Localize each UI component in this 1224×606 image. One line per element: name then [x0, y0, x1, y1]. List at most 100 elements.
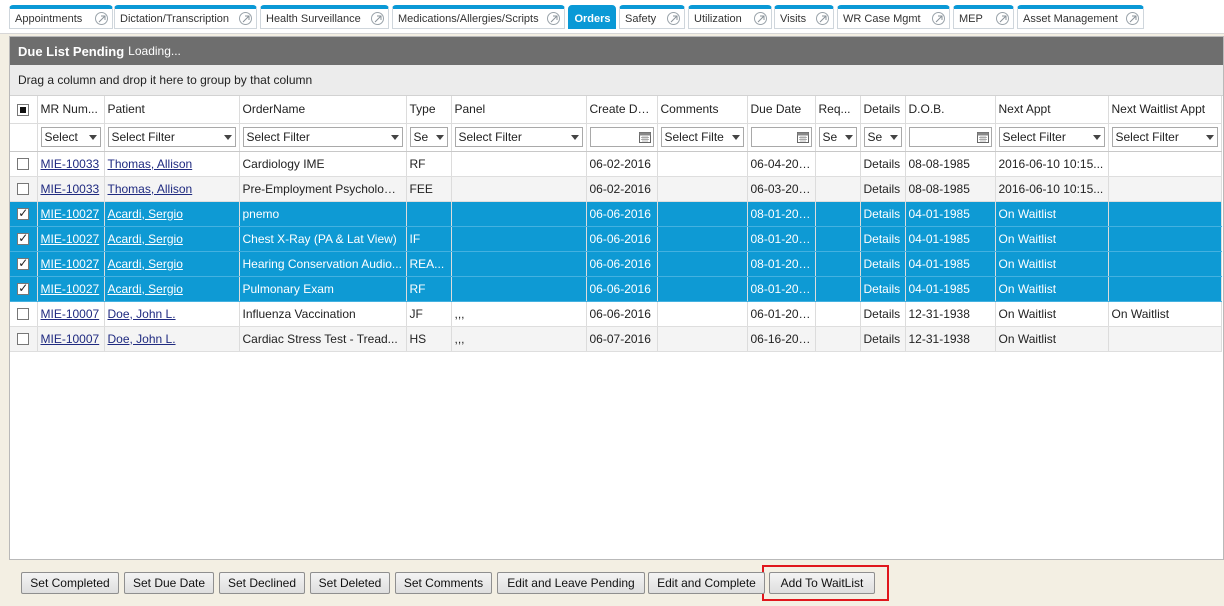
calendar-icon[interactable]	[796, 131, 809, 143]
mr-number-link[interactable]: MIE-10033	[41, 157, 100, 171]
popout-icon[interactable]	[547, 12, 560, 25]
popout-icon[interactable]	[754, 12, 767, 25]
row-checkbox[interactable]	[17, 281, 30, 296]
column-header-due[interactable]: Due Date	[747, 96, 816, 124]
row-checkbox[interactable]	[17, 231, 30, 246]
date-filter-create[interactable]	[589, 127, 654, 147]
set-deleted-button[interactable]: Set Deleted	[310, 572, 390, 594]
filter-select-order[interactable]: Select Filter	[242, 127, 403, 147]
row-checkbox[interactable]	[17, 308, 30, 321]
patient-link[interactable]: Acardi, Sergio	[108, 282, 183, 296]
patient-link[interactable]: Doe, John L.	[108, 307, 176, 321]
column-header-comments[interactable]: Comments	[657, 96, 748, 124]
row-checkbox[interactable]	[17, 333, 30, 346]
details-link[interactable]: Details	[864, 307, 901, 321]
tab-asset-management[interactable]: Asset Management	[1017, 5, 1144, 29]
filter-select-patient[interactable]: Select Filter	[107, 127, 236, 147]
date-filter-dob[interactable]	[908, 127, 992, 147]
column-header-nextwait[interactable]: Next Waitlist Appt	[1108, 96, 1222, 124]
patient-link[interactable]: Thomas, Allison	[108, 182, 193, 196]
filter-select-comments[interactable]: Select Filte	[660, 127, 744, 147]
filter-select-nextwait[interactable]: Select Filter	[1111, 127, 1218, 147]
popout-icon[interactable]	[996, 12, 1009, 25]
mr-number-link[interactable]: MIE-10027	[41, 232, 100, 246]
select-all-checkbox[interactable]	[17, 104, 30, 117]
column-header-dob[interactable]: D.O.B.	[905, 96, 996, 124]
table-row[interactable]: MIE-10027 Acardi, Sergio Pulmonary Exam RF 0…	[10, 276, 1222, 302]
table-row[interactable]: MIE-10027 Acardi, Sergio Hearing Conservat…	[10, 251, 1222, 277]
tab-medications-allergies-scripts[interactable]: Medications/Allergies/Scripts	[392, 5, 565, 29]
filter-select-mr[interactable]: Select	[40, 127, 101, 147]
mr-number-link[interactable]: MIE-10027	[41, 207, 100, 221]
tab-orders[interactable]: Orders	[568, 5, 616, 29]
calendar-icon[interactable]	[638, 131, 651, 143]
column-header-order[interactable]: OrderName	[239, 96, 407, 124]
popout-icon[interactable]	[371, 12, 384, 25]
mr-number-link[interactable]: MIE-10027	[41, 282, 100, 296]
column-header-create[interactable]: Create Date	[586, 96, 658, 124]
patient-link[interactable]: Thomas, Allison	[108, 157, 193, 171]
row-checkbox[interactable]	[17, 183, 30, 196]
mr-number-link[interactable]: MIE-10033	[41, 182, 100, 196]
table-row[interactable]: MIE-10027 Acardi, Sergio pnemo 06-06-2016 08…	[10, 201, 1222, 227]
table-row[interactable]: MIE-10033 Thomas, Allison Cardiology IME RF…	[10, 151, 1222, 177]
mr-number-link[interactable]: MIE-10007	[41, 332, 100, 346]
mr-number-link[interactable]: MIE-10027	[41, 257, 100, 271]
set-due-date-button[interactable]: Set Due Date	[124, 572, 214, 594]
row-checkbox[interactable]	[17, 256, 30, 271]
column-header-patient[interactable]: Patient	[104, 96, 240, 124]
details-link[interactable]: Details	[864, 232, 901, 246]
tab-mep[interactable]: MEP	[953, 5, 1014, 29]
popout-icon[interactable]	[1126, 12, 1139, 25]
column-header-mr[interactable]: MR Num...	[37, 96, 105, 124]
popout-icon[interactable]	[932, 12, 945, 25]
tab-safety[interactable]: Safety	[619, 5, 685, 29]
set-declined-button[interactable]: Set Declined	[219, 572, 305, 594]
date-filter-due[interactable]	[750, 127, 812, 147]
tab-utilization[interactable]: Utilization	[688, 5, 772, 29]
table-row[interactable]: MIE-10027 Acardi, Sergio Chest X-Ray (PA &…	[10, 226, 1222, 252]
row-checkbox[interactable]	[17, 206, 30, 221]
filter-select-next[interactable]: Select Filter	[998, 127, 1105, 147]
details-link[interactable]: Details	[864, 157, 901, 171]
tab-appointments[interactable]: Appointments	[9, 5, 113, 29]
column-header-next[interactable]: Next Appt	[995, 96, 1109, 124]
tab-wr-case-mgmt[interactable]: WR Case Mgmt	[837, 5, 950, 29]
tab-visits[interactable]: Visits	[774, 5, 834, 29]
popout-icon[interactable]	[816, 12, 829, 25]
details-link[interactable]: Details	[864, 257, 901, 271]
patient-link[interactable]: Doe, John L.	[108, 332, 176, 346]
patient-link[interactable]: Acardi, Sergio	[108, 207, 183, 221]
edit-and-complete-button[interactable]: Edit and Complete	[648, 572, 765, 594]
mr-number-link[interactable]: MIE-10007	[41, 307, 100, 321]
column-header-type[interactable]: Type	[406, 96, 452, 124]
filter-select-type[interactable]: Se	[409, 127, 448, 147]
set-completed-button[interactable]: Set Completed	[21, 572, 119, 594]
popout-icon[interactable]	[667, 12, 680, 25]
details-link[interactable]: Details	[864, 332, 901, 346]
edit-and-leave-pending-button[interactable]: Edit and Leave Pending	[497, 572, 645, 594]
filter-select-req[interactable]: Se	[818, 127, 857, 147]
calendar-icon[interactable]	[976, 131, 989, 143]
tab-dictation-transcription[interactable]: Dictation/Transcription	[114, 5, 257, 29]
patient-link[interactable]: Acardi, Sergio	[108, 232, 183, 246]
popout-icon[interactable]	[239, 12, 252, 25]
set-comments-button[interactable]: Set Comments	[395, 572, 492, 594]
details-link[interactable]: Details	[864, 182, 901, 196]
group-by-drop-area[interactable]: Drag a column and drop it here to group …	[10, 65, 1223, 96]
add-to-waitlist-button[interactable]: Add To WaitList	[769, 572, 875, 594]
details-link[interactable]: Details	[864, 282, 901, 296]
column-header-details[interactable]: Details	[860, 96, 906, 124]
table-row[interactable]: MIE-10033 Thomas, Allison Pre-Employment P…	[10, 176, 1222, 202]
row-checkbox[interactable]	[17, 158, 30, 171]
table-row[interactable]: MIE-10007 Doe, John L. Influenza Vaccinati…	[10, 301, 1222, 327]
patient-link[interactable]: Acardi, Sergio	[108, 257, 183, 271]
table-row[interactable]: MIE-10007 Doe, John L. Cardiac Stress Test…	[10, 326, 1222, 352]
details-link[interactable]: Details	[864, 207, 901, 221]
column-header-select[interactable]	[10, 96, 38, 124]
popout-icon[interactable]	[95, 12, 108, 25]
column-header-panel[interactable]: Panel	[451, 96, 587, 124]
filter-select-panel[interactable]: Select Filter	[454, 127, 583, 147]
column-header-req[interactable]: Req...	[815, 96, 861, 124]
tab-health-surveillance[interactable]: Health Surveillance	[260, 5, 389, 29]
